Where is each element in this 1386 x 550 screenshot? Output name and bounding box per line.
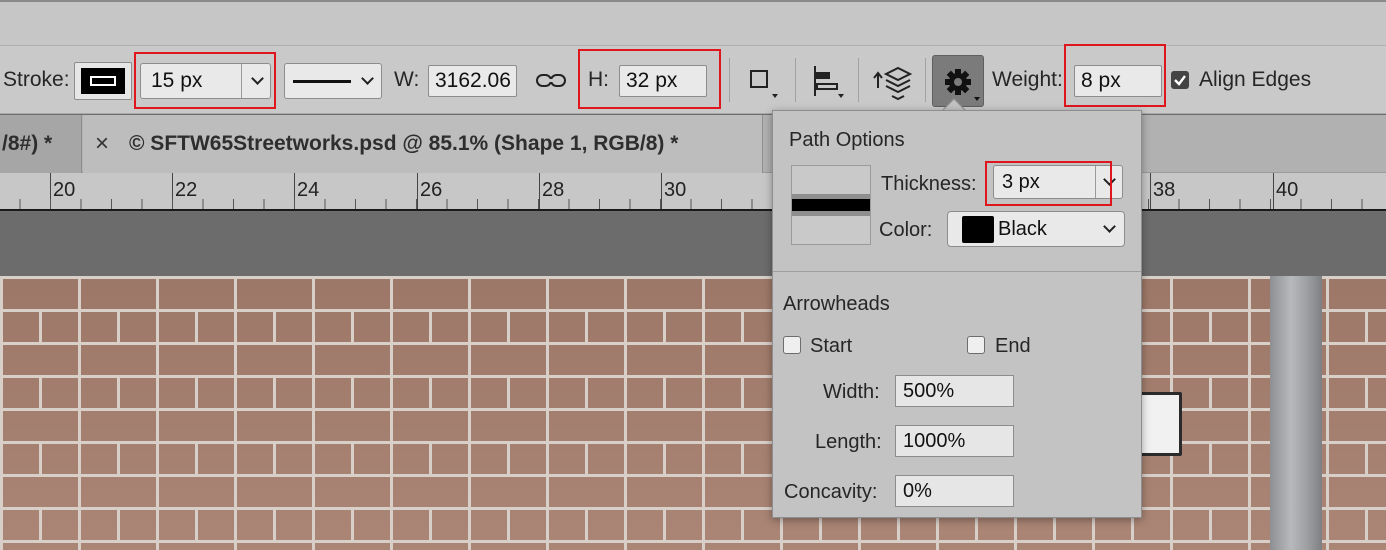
stroke-swatch-fill	[81, 68, 125, 94]
start-checkbox[interactable]	[783, 336, 801, 354]
checkmark-icon	[1174, 75, 1186, 86]
stroke-preview-line	[792, 199, 870, 211]
tab-close-icon[interactable]: ×	[95, 115, 109, 173]
arrow-width-label: Width:	[823, 381, 880, 403]
thickness-highlight	[985, 161, 1112, 206]
color-select[interactable]: Black	[947, 211, 1125, 247]
arrowheads-title: Arrowheads	[783, 293, 890, 315]
metal-pole-image	[1270, 276, 1322, 550]
ruler-minor-ticks	[0, 199, 1386, 209]
color-swatch	[962, 216, 994, 243]
path-operations-icon[interactable]	[746, 66, 782, 102]
stroke-size-highlight	[134, 52, 276, 109]
weight-label: Weight:	[992, 68, 1063, 91]
width-label: W:	[394, 68, 420, 91]
stroke-color-swatch[interactable]	[74, 62, 132, 100]
weight-highlight	[1064, 44, 1166, 107]
width-input[interactable]: 3162.06	[428, 65, 517, 97]
path-options-button[interactable]	[932, 55, 984, 107]
panel-divider	[773, 271, 1141, 272]
brick-row	[0, 507, 1386, 540]
height-highlight	[578, 49, 721, 109]
tab-previous-document[interactable]: /8#) *	[0, 115, 82, 173]
horizontal-ruler: 20 22 24 26 28 30 38 40	[0, 173, 1386, 211]
color-value: Black	[998, 218, 1047, 240]
stroke-type-select[interactable]	[284, 63, 382, 99]
brick-row	[0, 309, 1386, 342]
stroke-label: Stroke:	[3, 68, 70, 91]
end-checkbox[interactable]	[967, 336, 985, 354]
dropdown-triangle-icon	[838, 94, 844, 98]
link-icon[interactable]	[535, 68, 567, 94]
tab-label: /8#) *	[2, 132, 53, 155]
stroke-line-preview	[293, 80, 351, 83]
end-label: End	[995, 335, 1031, 357]
brick-row	[0, 342, 1386, 375]
stroke-swatch-icon	[90, 76, 116, 86]
thickness-label: Thickness:	[881, 173, 977, 195]
align-block	[816, 72, 830, 79]
arrow-concavity-label: Concavity:	[784, 481, 878, 503]
divider	[729, 58, 730, 102]
brick-row	[0, 276, 1386, 309]
align-edges-label: Align Edges	[1199, 68, 1312, 91]
window-title-strip	[0, 0, 1386, 46]
divider	[925, 58, 926, 102]
gear-icon	[945, 69, 980, 101]
color-label: Color:	[879, 219, 933, 241]
path-arrangement-icon[interactable]	[872, 62, 914, 102]
arrow-length-label: Length:	[815, 431, 882, 453]
dropdown-triangle-icon	[772, 94, 778, 98]
align-block	[816, 83, 838, 90]
arrow-length-input[interactable]: 1000%	[895, 425, 1014, 457]
align-edges-checkbox[interactable]	[1171, 71, 1189, 89]
square-icon	[750, 70, 768, 88]
align-bar	[814, 66, 816, 96]
tab-label: © SFTW65Streetworks.psd @ 85.1% (Shape 1…	[129, 132, 679, 155]
path-alignment-icon[interactable]	[808, 64, 848, 102]
chevron-down-icon	[361, 72, 374, 85]
arrow-concavity-input[interactable]: 0%	[895, 475, 1014, 507]
tab-active-document[interactable]: × © SFTW65Streetworks.psd @ 85.1% (Shape…	[83, 115, 763, 173]
path-options-panel: Path Options Thickness: 3 px Color: Blac…	[772, 110, 1142, 518]
arrow-width-input[interactable]: 500%	[895, 375, 1014, 407]
brick-row	[0, 474, 1386, 507]
divider	[795, 58, 796, 102]
stroke-preview	[791, 165, 871, 245]
divider	[858, 58, 859, 102]
chevron-down-icon	[1103, 220, 1116, 233]
start-label: Start	[810, 335, 853, 357]
path-options-title: Path Options	[789, 129, 905, 151]
